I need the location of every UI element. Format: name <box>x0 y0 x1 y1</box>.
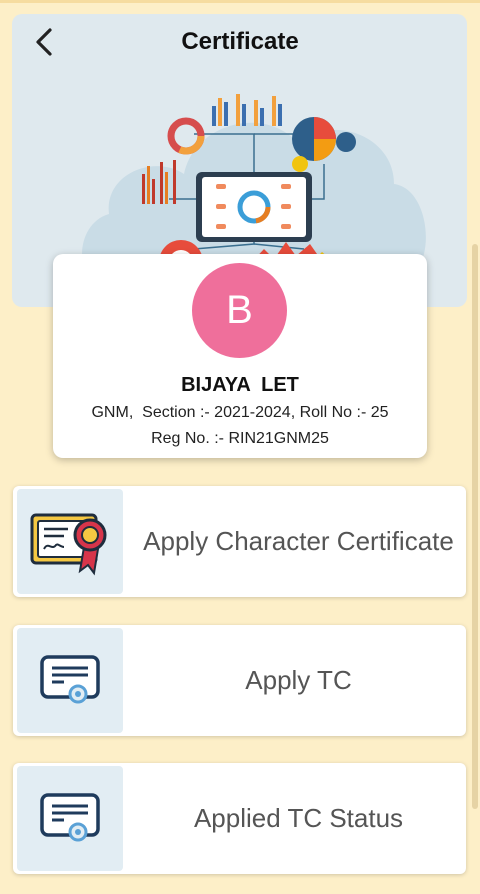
menu-label: Apply TC <box>245 665 352 695</box>
apply-tc-button[interactable]: Apply TC <box>13 625 466 736</box>
data-analytics-illustration <box>82 94 426 282</box>
certificate-badge-icon <box>40 654 100 703</box>
student-profile-card: B BIJAYA LET GNM, Section :- 2021-2024, … <box>53 254 427 458</box>
student-course-details: GNM, Section :- 2021-2024, Roll No :- 25 <box>91 404 389 421</box>
student-name: BIJAYA LET <box>181 374 299 396</box>
status-strip <box>0 0 480 3</box>
menu-label: Applied TC Status <box>193 803 404 833</box>
certificate-ribbon-icon <box>30 513 107 575</box>
page-title: Certificate <box>181 28 299 55</box>
menu-icon-box <box>17 766 123 871</box>
menu-icon-box <box>17 628 123 733</box>
certificate-badge-icon <box>40 792 100 841</box>
apply-character-certificate-button[interactable]: Apply Character Certificate <box>13 486 466 597</box>
menu-icon-box <box>17 489 123 594</box>
bar-chart-top <box>212 94 282 126</box>
applied-tc-status-button[interactable]: Applied TC Status <box>13 763 466 874</box>
scrollbar[interactable] <box>472 244 478 809</box>
menu-label: Apply Character Certificate <box>143 526 454 556</box>
avatar: B <box>192 263 287 358</box>
student-registration-number: Reg No. :- RIN21GNM25 <box>151 430 329 447</box>
